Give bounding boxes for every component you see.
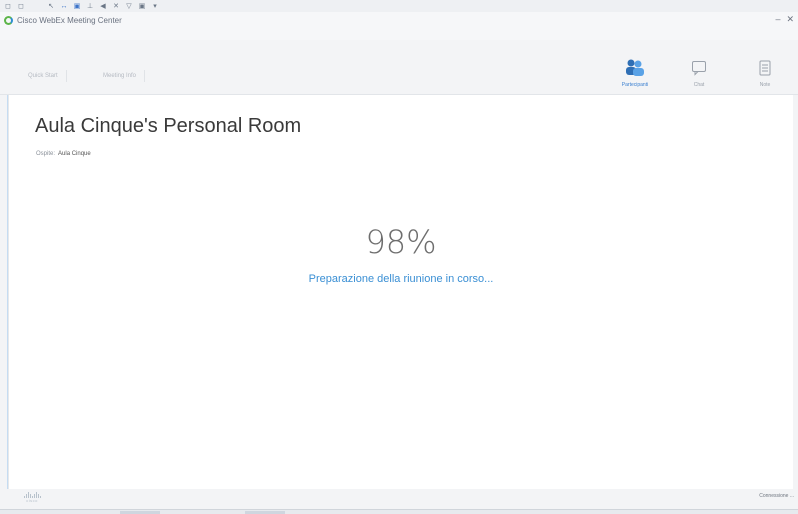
minimize-button[interactable]: – bbox=[775, 14, 780, 25]
notes-panel-button[interactable]: Note bbox=[745, 54, 785, 88]
notes-label: Note bbox=[759, 82, 771, 88]
toolbar-button-2[interactable]: ◻ bbox=[16, 2, 26, 11]
save-icon[interactable]: ▣ bbox=[72, 2, 82, 11]
tab-quick-start[interactable]: Quick Start bbox=[20, 70, 67, 82]
close-button[interactable]: ✕ bbox=[786, 14, 794, 25]
participants-icon bbox=[626, 59, 644, 76]
cisco-word: cisco bbox=[26, 498, 38, 503]
meeting-toolbar: Quick Start Meeting Info Partecipanti Ch… bbox=[0, 50, 798, 95]
chat-label: Chat bbox=[693, 82, 705, 88]
progress-status: Preparazione della riunione in corso... bbox=[308, 273, 494, 285]
chat-icon bbox=[692, 61, 706, 76]
connection-status: Connessione ... bbox=[759, 493, 794, 499]
speaker-icon[interactable]: ◀ bbox=[98, 2, 108, 11]
chat-panel-button[interactable]: Chat bbox=[679, 54, 719, 88]
webex-logo-icon bbox=[4, 15, 13, 25]
host-name: Aula Cinque bbox=[58, 151, 91, 157]
cisco-logo: cisco bbox=[20, 492, 44, 503]
chevron-down-icon[interactable]: ▾ bbox=[150, 2, 160, 11]
host-info: Ospite: Aula Cinque bbox=[36, 151, 91, 157]
toolbar-button-1[interactable]: ◻ bbox=[3, 2, 13, 11]
meeting-content: Aula Cinque's Personal Room Ospite: Aula … bbox=[8, 95, 793, 489]
progress-percent: 98% bbox=[365, 223, 437, 261]
notes-icon bbox=[759, 60, 771, 76]
window-title: Cisco WebEx Meeting Center bbox=[17, 15, 122, 25]
arrows-icon[interactable]: ↔ bbox=[59, 2, 69, 11]
participants-label: Partecipanti bbox=[621, 82, 649, 88]
webex-window: ◻ ◻ ↖ ↔ ▣ ⊥ ◀ ✕ ▽ ▣ ▾ Cisco WebEx Meetin… bbox=[0, 0, 798, 514]
screen-icon[interactable]: ▣ bbox=[137, 2, 147, 11]
participants-panel-button[interactable]: Partecipanti bbox=[615, 54, 655, 88]
host-label: Ospite: bbox=[36, 151, 56, 157]
taskbar bbox=[0, 509, 798, 514]
filter-icon[interactable]: ▽ bbox=[124, 2, 134, 11]
pointer-icon[interactable]: ↖ bbox=[46, 2, 56, 11]
tab-meeting-info[interactable]: Meeting Info bbox=[95, 70, 146, 82]
title-bar: Cisco WebEx Meeting Center – ✕ bbox=[0, 12, 798, 40]
page-title: Aula Cinque's Personal Room bbox=[35, 115, 302, 137]
upload-icon[interactable]: ⊥ bbox=[85, 2, 95, 11]
status-bar: cisco Connessione ... bbox=[0, 489, 798, 509]
close-icon[interactable]: ✕ bbox=[111, 2, 121, 11]
